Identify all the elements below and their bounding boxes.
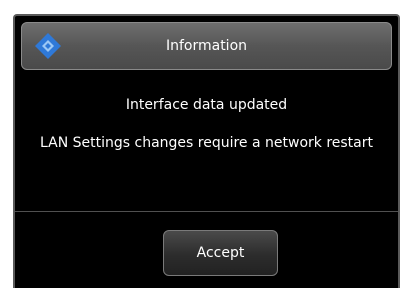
- message-network-restart: LAN Settings changes require a network r…: [40, 135, 373, 151]
- information-dialog: Information Interface data updated LAN S…: [13, 14, 400, 288]
- dialog-titlebar: Information: [21, 22, 392, 70]
- dialog-title: Information: [165, 38, 248, 54]
- accept-button[interactable]: Accept: [163, 230, 278, 276]
- message-interface-updated: Interface data updated: [125, 97, 288, 113]
- dialog-divider: [15, 211, 398, 212]
- dialog-message: Interface data updated LAN Settings chan…: [15, 96, 398, 152]
